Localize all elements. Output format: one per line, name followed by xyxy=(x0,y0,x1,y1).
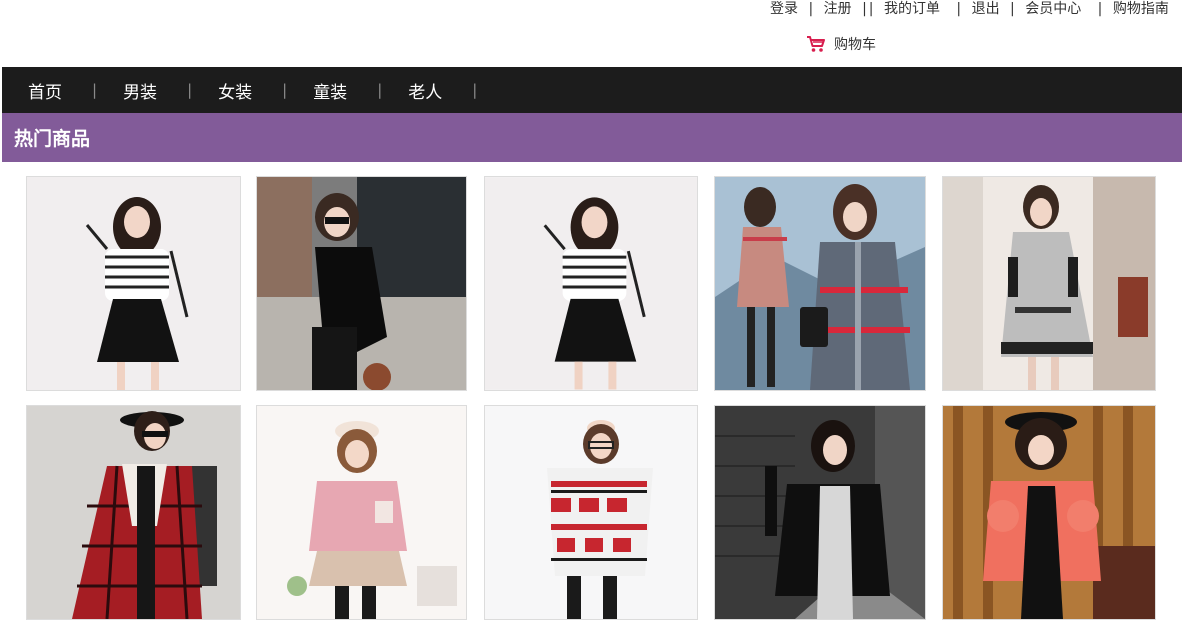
my-orders-link[interactable]: 我的订单 xyxy=(884,0,940,18)
nav-item-label: 童装 xyxy=(313,82,348,103)
cart-link[interactable]: 购物车 xyxy=(806,34,876,54)
hot-products-header: 热门商品 xyxy=(2,113,1182,162)
product-image xyxy=(27,406,240,619)
product-card[interactable] xyxy=(942,176,1156,391)
shopping-cart-icon xyxy=(806,35,826,53)
product-card[interactable] xyxy=(256,176,467,391)
product-card[interactable] xyxy=(714,405,926,620)
product-card[interactable] xyxy=(484,176,698,391)
shopping-guide-link[interactable]: 购物指南 xyxy=(1113,0,1169,18)
product-card[interactable] xyxy=(942,405,1156,620)
nav-item-kids[interactable]: 童装 | xyxy=(287,78,382,103)
product-image xyxy=(257,406,466,619)
product-card[interactable] xyxy=(484,405,698,620)
nav-item-label: 女装 xyxy=(218,82,253,103)
product-card[interactable] xyxy=(256,405,467,620)
top-links: 登录 | 注册 || 我的订单 | 退出 | 会员中心 | 购物指南 | xyxy=(770,0,1185,18)
product-card[interactable] xyxy=(714,176,926,391)
nav-item-label: 首页 xyxy=(28,82,62,103)
separator: | xyxy=(808,1,814,17)
product-image xyxy=(943,177,1155,390)
product-image xyxy=(485,406,697,619)
product-image xyxy=(27,177,240,390)
product-image xyxy=(257,177,466,390)
login-link[interactable]: 登录 xyxy=(770,0,798,18)
nav-item-label: 男装 xyxy=(123,82,158,103)
separator: | xyxy=(1097,1,1103,17)
cart-label: 购物车 xyxy=(834,37,876,53)
product-card[interactable] xyxy=(26,405,241,620)
nav-item-women[interactable]: 女装 | xyxy=(192,78,287,103)
section-title: 热门商品 xyxy=(14,128,91,150)
product-image xyxy=(943,406,1155,619)
nav-separator: | xyxy=(472,81,478,99)
product-image xyxy=(485,177,697,390)
logout-link[interactable]: 退出 xyxy=(972,0,1000,18)
nav-item-men[interactable]: 男装 | xyxy=(97,78,192,103)
product-image xyxy=(715,177,925,390)
product-card[interactable] xyxy=(26,176,241,391)
nav-item-label: 老人 xyxy=(408,82,443,103)
member-center-link[interactable]: 会员中心 xyxy=(1025,0,1081,18)
separator: | xyxy=(868,1,874,17)
register-link[interactable]: 注册 xyxy=(824,0,852,18)
nav-item-home[interactable]: 首页 | xyxy=(2,78,97,103)
separator: | xyxy=(1010,1,1015,17)
product-image xyxy=(715,406,925,619)
separator: | xyxy=(862,1,867,17)
main-nav: 首页 | 男装 | 女装 | 童装 | 老人 | xyxy=(2,67,1182,113)
nav-item-elderly[interactable]: 老人 | xyxy=(382,78,477,103)
separator: | xyxy=(956,1,962,17)
